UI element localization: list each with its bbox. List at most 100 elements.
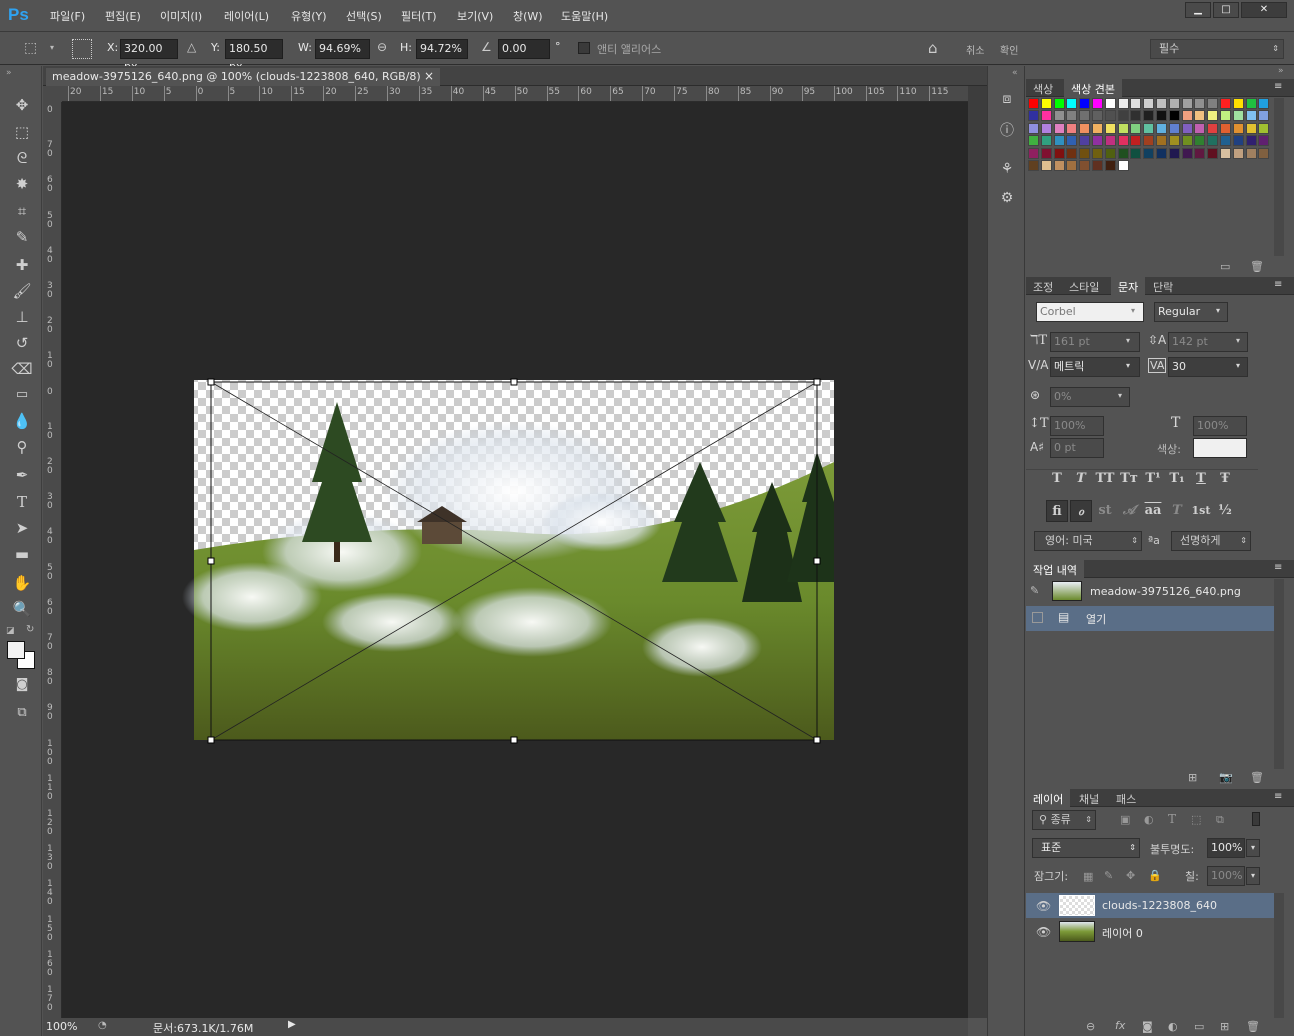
color-swatch[interactable]	[1079, 147, 1091, 159]
color-swatch[interactable]	[1104, 135, 1116, 147]
tab-adjustments[interactable]: 조정	[1026, 277, 1060, 295]
gradient-tool-icon[interactable]: ▭	[10, 384, 34, 406]
panel-menu-icon[interactable]: ≡	[1274, 279, 1282, 290]
filter-toggle[interactable]	[1252, 812, 1260, 826]
add-mask-icon[interactable]: ◙	[1142, 1020, 1153, 1033]
color-swatch[interactable]	[1181, 147, 1193, 159]
link-icon[interactable]: ⊖	[377, 40, 387, 54]
lock-all-icon[interactable]: 🔒	[1148, 869, 1162, 882]
color-swatch[interactable]	[1220, 147, 1231, 159]
tool-preset-dropdown-icon[interactable]: ▾	[50, 43, 54, 52]
layer-row[interactable]: 👁 clouds-1223808_640	[1026, 893, 1274, 918]
brush-presets-icon[interactable]: ⚘	[997, 161, 1017, 181]
status-menu-arrow-icon[interactable]: ▶	[288, 1019, 296, 1030]
new-document-from-state-icon[interactable]: ⊞	[1188, 771, 1197, 784]
chevron-down-icon[interactable]: ▾	[1236, 336, 1240, 345]
workspace-select[interactable]: 필수 ⇕	[1150, 39, 1284, 59]
shape-layer-filter-icon[interactable]: ⬚	[1191, 813, 1201, 826]
color-swatch[interactable]	[1232, 135, 1244, 147]
color-swatch[interactable]	[1232, 147, 1244, 159]
color-swatch[interactable]	[1066, 160, 1078, 171]
color-swatch[interactable]	[1220, 135, 1231, 147]
transform-handle-bottom-left[interactable]	[207, 736, 215, 744]
close-button[interactable]: ✕	[1241, 2, 1287, 18]
color-swatch[interactable]	[1053, 110, 1065, 122]
shape-tool-icon[interactable]: ▬	[10, 543, 34, 565]
color-swatch[interactable]	[1220, 110, 1231, 122]
layer-name[interactable]: clouds-1223808_640	[1102, 899, 1217, 912]
baseline-shift-field[interactable]: 0 pt	[1050, 438, 1104, 458]
color-swatch[interactable]	[1245, 135, 1257, 147]
transform-handle-top[interactable]	[510, 378, 518, 386]
font-family-field[interactable]: Corbel	[1036, 302, 1144, 322]
color-swatch[interactable]	[1181, 98, 1193, 109]
color-swatch[interactable]	[1181, 122, 1193, 134]
color-swatch[interactable]	[1117, 160, 1129, 171]
brush-tool-icon[interactable]: 🖌	[10, 280, 34, 302]
superscript-button[interactable]: T¹	[1142, 468, 1164, 490]
menu-image[interactable]: 이미지(I)	[160, 8, 202, 24]
type-layer-filter-icon[interactable]: T	[1168, 812, 1176, 826]
lock-image-icon[interactable]: ✎	[1104, 869, 1113, 882]
link-layers-icon[interactable]: ⊖	[1086, 1020, 1095, 1033]
tab-paragraph[interactable]: 단락	[1146, 277, 1180, 295]
color-swatch[interactable]	[1117, 122, 1129, 134]
color-swatch[interactable]	[1079, 110, 1091, 122]
color-swatch[interactable]	[1156, 147, 1167, 159]
new-layer-icon[interactable]: ⊞	[1220, 1020, 1229, 1033]
angle-field[interactable]: 0.00	[498, 39, 550, 59]
y-field[interactable]: 180.50 px	[225, 39, 283, 73]
vertical-scale-field[interactable]: 100%	[1050, 416, 1104, 436]
type-tool-icon[interactable]: T	[10, 491, 34, 513]
smart-object-filter-icon[interactable]: ⧉	[1216, 813, 1224, 827]
menu-help[interactable]: 도움말(H)	[561, 8, 608, 24]
transform-handle-top-left[interactable]	[207, 378, 215, 386]
color-swatch[interactable]	[1053, 160, 1065, 171]
language-select[interactable]: 영어: 미국 ⇕	[1034, 531, 1142, 551]
menu-edit[interactable]: 편집(E)	[105, 8, 141, 24]
layer-name[interactable]: 레이어 0	[1102, 925, 1143, 941]
menu-window[interactable]: 창(W)	[513, 8, 543, 24]
color-swatch[interactable]	[1079, 160, 1091, 171]
menu-filter[interactable]: 필터(T)	[401, 8, 437, 24]
lock-transparent-icon[interactable]: ▦	[1083, 870, 1093, 883]
color-swatch[interactable]	[1220, 122, 1231, 134]
path-selection-tool-icon[interactable]: ➤	[10, 517, 34, 539]
color-swatch[interactable]	[1258, 110, 1270, 122]
color-swatch[interactable]	[1040, 147, 1052, 159]
cancel-transform-button[interactable]: 취소	[966, 42, 984, 57]
color-swatch[interactable]	[1028, 135, 1039, 147]
magic-wand-tool-icon[interactable]: ✸	[10, 173, 34, 195]
color-swatch[interactable]	[1168, 122, 1180, 134]
color-swatch[interactable]	[1207, 98, 1219, 109]
chevron-down-icon[interactable]: ▾	[1131, 306, 1135, 315]
chevron-down-icon[interactable]: ▾	[1118, 391, 1122, 400]
history-brush-tool-icon[interactable]: ↺	[10, 332, 34, 354]
text-antialias-select[interactable]: 선명하게 ⇕	[1171, 531, 1251, 551]
color-swatch[interactable]	[1079, 122, 1091, 134]
color-swatch[interactable]	[1245, 98, 1257, 109]
fx-icon[interactable]: fx	[1115, 1019, 1125, 1032]
color-swatch[interactable]	[1092, 135, 1103, 147]
color-swatch[interactable]	[1207, 147, 1219, 159]
color-swatch[interactable]	[1194, 122, 1206, 134]
color-swatch[interactable]	[1066, 147, 1078, 159]
transform-handle-top-right[interactable]	[813, 378, 821, 386]
stylistic-alternates-button[interactable]: st	[1094, 500, 1116, 522]
layer-filter-select[interactable]: ⚲ 종류 ⇕	[1032, 810, 1096, 830]
color-swatch[interactable]	[1258, 122, 1270, 134]
move-tool-icon[interactable]: ✥	[10, 94, 34, 116]
color-swatch[interactable]	[1194, 98, 1206, 109]
delete-swatch-icon[interactable]: 🗑	[1250, 260, 1264, 273]
menu-file[interactable]: 파일(F)	[50, 8, 85, 24]
new-swatch-icon[interactable]: ▭	[1220, 260, 1230, 273]
color-swatch[interactable]	[1156, 122, 1167, 134]
color-swatch[interactable]	[1130, 135, 1142, 147]
collapse-icon[interactable]: «	[1012, 68, 1018, 78]
color-swatch[interactable]	[1028, 160, 1039, 171]
color-swatch[interactable]	[1143, 147, 1155, 159]
pen-tool-icon[interactable]: ✒	[10, 464, 34, 486]
color-swatch[interactable]	[1053, 122, 1065, 134]
color-swatch[interactable]	[1079, 135, 1091, 147]
delete-layer-icon[interactable]: 🗑	[1246, 1020, 1260, 1033]
